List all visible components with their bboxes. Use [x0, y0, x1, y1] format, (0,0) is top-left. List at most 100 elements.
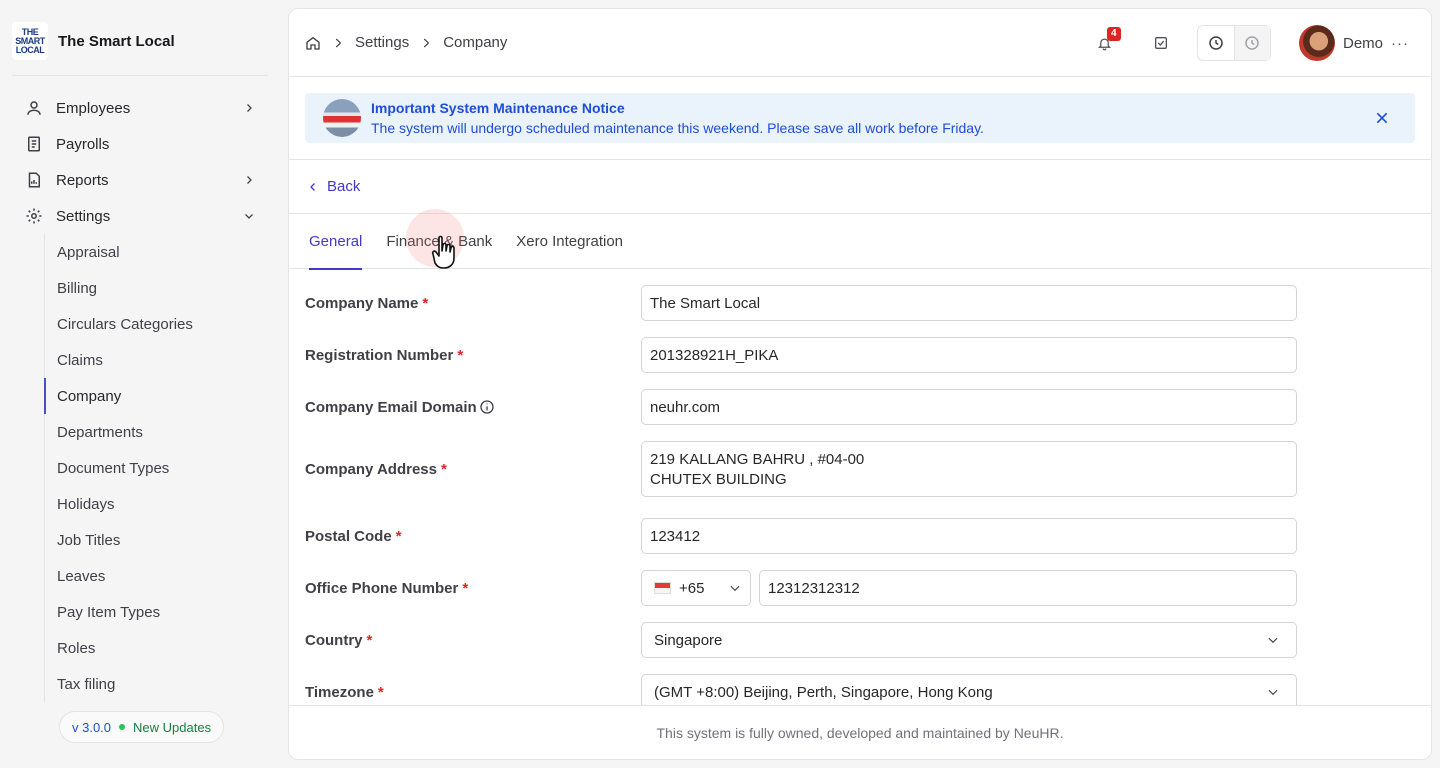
address-line-2: CHUTEX BUILDING: [650, 471, 787, 488]
info-icon[interactable]: [479, 399, 495, 415]
notifications-button[interactable]: 4: [1087, 25, 1123, 61]
sidebar-item-claims[interactable]: Claims: [45, 342, 288, 378]
new-updates-label: New Updates: [133, 719, 212, 735]
sidebar-item-settings[interactable]: Settings: [0, 198, 288, 234]
avatar[interactable]: [1298, 25, 1335, 61]
chevron-right-icon: [242, 173, 256, 187]
main-panel: Settings Company 4 Demo ··· Important Sy…: [288, 8, 1432, 760]
tasks-button[interactable]: [1143, 25, 1179, 61]
sidebar-item-payrolls[interactable]: Payrolls: [0, 126, 288, 162]
home-icon[interactable]: [305, 35, 321, 51]
sidebar-item-employees[interactable]: Employees: [0, 90, 288, 126]
report-icon: [24, 170, 44, 190]
version-badge[interactable]: v 3.0.0 New Updates: [59, 711, 225, 743]
sidebar-item-label: Employees: [56, 99, 131, 117]
clock-out-icon: [1245, 36, 1260, 50]
sidebar-item-tax-filing[interactable]: Tax filing: [45, 666, 288, 702]
chevron-right-icon: [331, 36, 345, 50]
sidebar-item-billing[interactable]: Billing: [45, 270, 288, 306]
user-icon: [24, 98, 44, 118]
notice-text: Important System Maintenance Notice The …: [371, 98, 984, 138]
singapore-flag-icon: [654, 582, 671, 594]
sidebar-item-circulars-categories[interactable]: Circulars Categories: [45, 306, 288, 342]
back-row: Back: [289, 159, 1431, 214]
sidebar-item-label: Payrolls: [56, 135, 110, 153]
gear-icon: [24, 206, 44, 226]
notice-title: Important System Maintenance Notice: [371, 100, 625, 116]
sidebar-item-label: Reports: [56, 171, 109, 189]
sidebar-item-leaves[interactable]: Leaves: [45, 558, 288, 594]
sidebar-item-roles[interactable]: Roles: [45, 630, 288, 666]
version-number: v 3.0.0: [72, 719, 112, 735]
brand[interactable]: THE SMART LOCAL The Smart Local: [12, 22, 175, 60]
sidebar-item-document-types[interactable]: Document Types: [45, 450, 288, 486]
chevron-down-icon: [1268, 689, 1278, 696]
tab-general[interactable]: General: [309, 214, 363, 270]
user-name[interactable]: Demo: [1343, 35, 1383, 52]
clock-in-icon: [1209, 36, 1223, 50]
singapore-flag-icon: [323, 99, 361, 137]
timezone-value: (GMT +8:00) Beijing, Perth, Singapore, H…: [654, 683, 993, 701]
country-code-value: +65: [679, 579, 705, 597]
clock-in-out-group: [1196, 25, 1271, 61]
address-line-1: 219 KALLANG BAHRU , #04-00: [650, 451, 865, 468]
email-domain-label: Company Email Domain: [305, 399, 641, 416]
phone-number-input[interactable]: 12312312312: [759, 570, 1297, 606]
registration-number-label: Registration Number *: [305, 346, 464, 364]
office-phone-row: Office Phone Number * +65 12312312312: [305, 570, 1305, 606]
registration-number-row: Registration Number * 201328921H_PIKA: [305, 337, 1305, 373]
main-nav: Employees Payrolls Reports Settings Appr…: [0, 90, 288, 702]
clock-in-button[interactable]: [1198, 26, 1234, 60]
breadcrumb-settings[interactable]: Settings: [355, 34, 409, 51]
hand-cursor-icon: [431, 235, 455, 269]
checkbox-icon: [1154, 37, 1167, 49]
more-options-icon[interactable]: ···: [1391, 35, 1409, 52]
status-dot: [119, 724, 126, 730]
chevron-right-icon: [242, 101, 256, 115]
email-domain-input[interactable]: neuhr.com: [641, 389, 1297, 425]
notification-count-badge: 4: [1106, 27, 1121, 41]
country-value: Singapore: [654, 631, 723, 649]
phone-field-group: +65 12312312312: [641, 570, 1297, 606]
company-address-textarea[interactable]: 219 KALLANG BAHRU , #04-00 CHUTEX BUILDI…: [641, 441, 1297, 497]
postal-code-row: Postal Code * 123412: [305, 518, 1305, 554]
company-name-input[interactable]: The Smart Local: [641, 285, 1297, 321]
country-select[interactable]: Singapore: [641, 622, 1297, 658]
registration-number-input[interactable]: 201328921H_PIKA: [641, 337, 1297, 373]
chevron-down-icon: [1268, 637, 1278, 644]
sidebar-item-departments[interactable]: Departments: [45, 414, 288, 450]
tab-xero-integration[interactable]: Xero Integration: [516, 214, 623, 269]
company-address-row: Company Address * 219 KALLANG BAHRU , #04…: [305, 441, 1305, 497]
company-name-row: Company Name * The Smart Local: [305, 285, 1305, 321]
country-row: Country * Singapore: [305, 622, 1305, 658]
divider: [12, 75, 268, 76]
topbar: Settings Company 4 Demo ···: [289, 9, 1431, 77]
company-logo: THE SMART LOCAL: [12, 22, 48, 60]
maintenance-notice: Important System Maintenance Notice The …: [305, 93, 1415, 143]
office-phone-label: Office Phone Number *: [305, 579, 469, 597]
brand-name: The Smart Local: [58, 32, 175, 50]
company-address-label: Company Address *: [305, 460, 447, 478]
topbar-actions: 4 Demo ···: [1087, 9, 1409, 77]
timezone-label: Timezone *: [305, 683, 384, 701]
footer: This system is fully owned, developed an…: [289, 705, 1431, 759]
breadcrumb: Settings Company: [305, 34, 507, 51]
country-code-select[interactable]: +65: [641, 570, 751, 606]
chevron-left-icon: [310, 182, 315, 191]
back-button[interactable]: Back: [307, 178, 360, 195]
sidebar-item-appraisal[interactable]: Appraisal: [45, 234, 288, 270]
receipt-icon: [24, 134, 44, 154]
chevron-down-icon: [242, 209, 256, 223]
clock-out-button[interactable]: [1233, 26, 1270, 60]
back-label: Back: [327, 178, 361, 195]
sidebar-item-job-titles[interactable]: Job Titles: [45, 522, 288, 558]
company-name-label: Company Name *: [305, 294, 429, 312]
sidebar-item-holidays[interactable]: Holidays: [45, 486, 288, 522]
close-icon[interactable]: [1371, 107, 1393, 129]
postal-code-input[interactable]: 123412: [641, 518, 1297, 554]
chevron-down-icon: [730, 585, 740, 592]
breadcrumb-company: Company: [443, 34, 508, 51]
sidebar-item-pay-item-types[interactable]: Pay Item Types: [45, 594, 288, 630]
sidebar-item-company[interactable]: Company: [44, 378, 288, 414]
sidebar-item-reports[interactable]: Reports: [0, 162, 288, 198]
